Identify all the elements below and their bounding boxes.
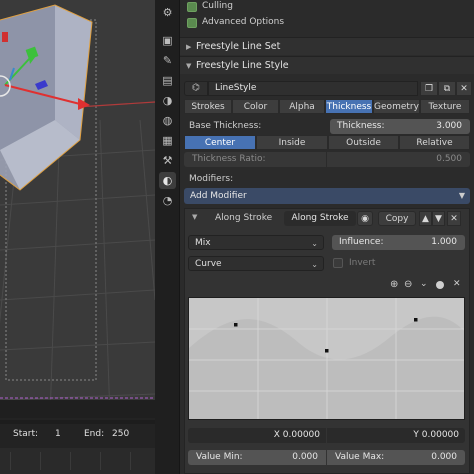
expanded-arrow-icon: ▼	[186, 61, 192, 70]
blend-mode-select[interactable]: Mix ⌄	[188, 235, 324, 250]
curve-graph	[189, 298, 464, 419]
tool-icon[interactable]: ⚙	[159, 4, 176, 21]
blend-mode-value: Mix	[195, 238, 211, 248]
add-modifier-dropdown[interactable]: Add Modifier ▼	[184, 188, 470, 204]
start-frame-value[interactable]: 1	[55, 426, 61, 442]
curve-point	[234, 323, 238, 327]
thickness-field-label: Thickness:	[337, 121, 385, 131]
curve-y-field[interactable]: Y 0.00000	[327, 428, 465, 443]
tab-color[interactable]: Color	[232, 99, 279, 114]
collapsed-arrow-icon: ▶	[186, 42, 192, 51]
modifiers-label: Modifiers:	[189, 174, 234, 184]
move-up-icon[interactable]: ▲	[419, 211, 432, 226]
particles-icon[interactable]: ◐	[159, 172, 176, 189]
value-min-field[interactable]: Value Min: 0.000	[188, 450, 326, 465]
thickness-field[interactable]: Thickness: 3.000	[330, 119, 470, 134]
physics-icon[interactable]: ◔	[159, 192, 176, 209]
curve-x-label: X	[273, 430, 280, 440]
camera-icon[interactable]: ◉	[357, 211, 373, 226]
value-max-value: 0.000	[431, 452, 457, 462]
tab-texture[interactable]: Texture	[420, 99, 470, 114]
chevron-down-icon: ▼	[458, 191, 465, 200]
output-icon[interactable]: ✎	[159, 52, 176, 69]
duplicate-icon[interactable]: ⧉	[438, 81, 456, 96]
remove-modifier-icon[interactable]: ✕	[447, 211, 461, 226]
curve-y-value: 0.00000	[421, 430, 459, 440]
culling-label: Culling	[202, 1, 233, 11]
value-min-label: Value Min:	[196, 452, 243, 462]
3d-viewport[interactable]	[0, 0, 155, 418]
properties-tab-strip: ⚙ ▣ ✎ ▤ ◑ ◍ ▦ ⚒ ◐ ◔	[155, 0, 180, 474]
curve-editor[interactable]	[188, 297, 465, 420]
thickness-ratio-label: Thickness Ratio:	[192, 154, 266, 164]
zoom-in-icon[interactable]: ⊕	[390, 279, 398, 290]
influence-value: 1.000	[431, 237, 457, 247]
move-down-icon[interactable]: ▼	[432, 211, 445, 226]
timeline-scrub-bar[interactable]	[0, 420, 155, 424]
mapping-select[interactable]: Curve ⌄	[188, 256, 324, 271]
tab-thickness[interactable]: Thickness	[325, 99, 373, 114]
chevron-down-icon[interactable]: ⌄	[420, 279, 428, 289]
influence-label: Influence:	[339, 237, 384, 247]
view-layer-icon[interactable]: ▤	[159, 72, 176, 89]
thickness-ratio-field[interactable]: Thickness Ratio: 0.500	[184, 152, 470, 167]
base-thickness-label: Base Thickness:	[189, 121, 262, 131]
curve-y-label: Y	[413, 430, 419, 440]
copy-button[interactable]: Copy	[378, 211, 416, 226]
chevron-down-icon: ⌄	[311, 260, 318, 269]
world-icon[interactable]: ◍	[159, 112, 176, 129]
curve-x-value: 0.00000	[282, 430, 320, 440]
curve-point	[325, 349, 329, 353]
value-max-field[interactable]: Value Max: 0.000	[327, 450, 465, 465]
position-inside-button[interactable]: Inside	[256, 135, 328, 150]
add-modifier-label: Add Modifier	[190, 191, 247, 201]
start-label: Start:	[13, 429, 39, 439]
freestyle-line-set-header[interactable]: ▶ Freestyle Line Set	[180, 37, 474, 55]
invert-label: Invert	[349, 258, 376, 268]
freestyle-line-set-label: Freestyle Line Set	[196, 41, 281, 52]
linestyle-browse-icon[interactable]: ⌬	[184, 81, 208, 96]
unlink-close-icon[interactable]: ✕	[456, 81, 472, 96]
thickness-value: 3.000	[436, 121, 462, 131]
position-outside-button[interactable]: Outside	[328, 135, 399, 150]
object-icon[interactable]: ▦	[159, 132, 176, 149]
value-max-label: Value Max:	[335, 452, 385, 462]
render-icon[interactable]: ▣	[159, 32, 176, 49]
end-label: End:	[84, 429, 105, 439]
new-linestyle-icon[interactable]: ❐	[420, 81, 438, 96]
cube	[0, 4, 93, 191]
tab-geometry[interactable]: Geometry	[373, 99, 420, 114]
advanced-options-label: Advanced Options	[202, 17, 285, 27]
modifier-collapse-icon[interactable]: ▼	[192, 213, 197, 221]
culling-checkbox[interactable]	[187, 2, 197, 12]
advanced-options-checkbox[interactable]	[187, 18, 197, 28]
chevron-down-icon: ⌄	[311, 239, 318, 248]
viewport-scene	[0, 4, 155, 418]
properties-panel: Culling Advanced Options ▶ Freestyle Lin…	[180, 0, 474, 474]
invert-checkbox[interactable]	[333, 258, 343, 268]
handle-type-icon[interactable]	[436, 281, 444, 289]
reset-curve-icon[interactable]: ✕	[453, 279, 461, 289]
scene-icon[interactable]: ◑	[159, 92, 176, 109]
modifier-icon[interactable]: ⚒	[159, 152, 176, 169]
thickness-ratio-value: 0.500	[436, 154, 462, 164]
timeline-ruler[interactable]	[0, 448, 155, 474]
curve-point	[414, 318, 418, 322]
modifier-type-label: Along Stroke	[215, 213, 273, 223]
tab-alpha[interactable]: Alpha	[279, 99, 325, 114]
modifier-name-field[interactable]: Along Stroke	[284, 211, 356, 226]
curve-x-field[interactable]: X 0.00000	[188, 428, 326, 443]
mapping-value: Curve	[195, 259, 222, 269]
position-relative-button[interactable]: Relative	[399, 135, 470, 150]
influence-field[interactable]: Influence: 1.000	[332, 235, 465, 250]
timeline[interactable]: Start: 1 End: 250	[0, 418, 155, 474]
freestyle-line-style-header[interactable]: ▼ Freestyle Line Style	[180, 56, 474, 74]
zoom-out-icon[interactable]: ⊖	[404, 279, 412, 290]
linestyle-name-field[interactable]: LineStyle	[208, 81, 418, 96]
position-center-button[interactable]: Center	[184, 135, 256, 150]
tab-strokes[interactable]: Strokes	[184, 99, 232, 114]
value-min-value: 0.000	[292, 452, 318, 462]
freestyle-line-style-label: Freestyle Line Style	[196, 60, 289, 71]
end-frame-value[interactable]: 250	[112, 426, 129, 442]
